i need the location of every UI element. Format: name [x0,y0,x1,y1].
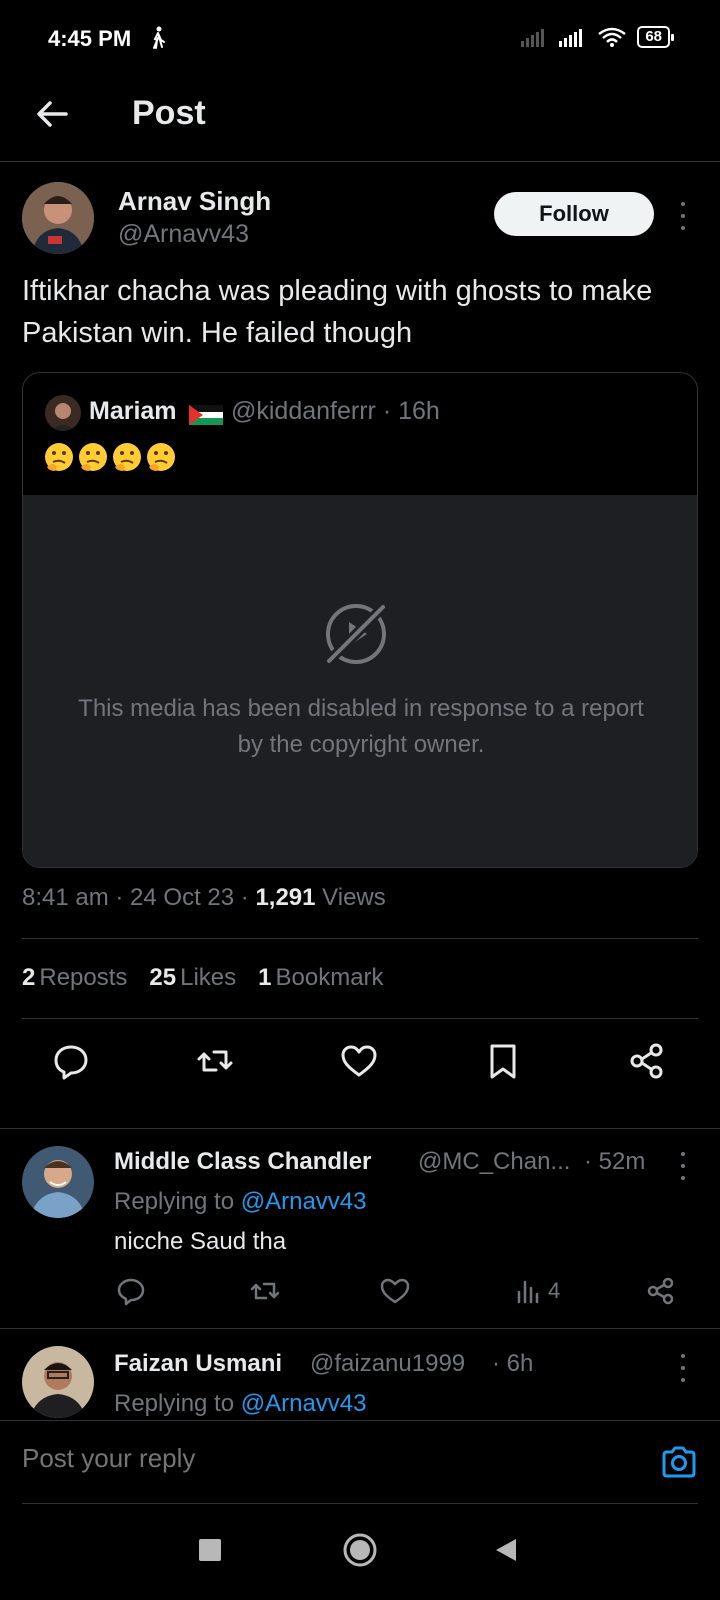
post-time-date: 8:41 am · 24 Oct 23 · [22,884,256,911]
follow-button[interactable]: Follow [494,192,654,236]
wifi-icon [598,27,627,47]
replying-to: Replying to @Arnavv43 [114,1188,367,1215]
top-app-bar: Post [0,80,720,162]
author-handle[interactable]: @Arnavv43 [118,220,249,249]
reply-item[interactable]: Middle Class Chandler @MC_Chan... · 52m … [0,1130,720,1330]
reply-author-name[interactable]: Middle Class Chandler [114,1148,371,1176]
camera-icon[interactable] [660,1443,698,1481]
status-icons: 68 [521,26,674,48]
repost-icon[interactable] [250,1276,280,1306]
avatar[interactable] [22,182,94,254]
thinking-face-icon [113,443,141,471]
quote-avatar [45,395,81,431]
reply-composer [0,1420,720,1504]
reply-icon[interactable] [116,1276,146,1306]
share-icon[interactable] [628,1042,666,1080]
bookmark-icon[interactable] [484,1042,522,1080]
quote-text [43,441,177,473]
signal-icon [521,29,545,47]
divider [0,1128,720,1129]
status-time: 4:45 PM [48,26,132,51]
battery-indicator: 68 [637,26,674,48]
more-options-icon[interactable] [679,1152,687,1180]
views-label: Views [315,884,386,911]
recent-apps-button[interactable] [198,1538,222,1562]
reply-icon[interactable] [52,1042,90,1080]
system-nav-bar [0,1504,720,1600]
thinking-face-icon [147,443,175,471]
like-icon[interactable] [340,1042,378,1080]
post-action-bar [0,1042,720,1092]
back-button[interactable] [494,1538,518,1562]
reply-text: nicche Saud tha [114,1228,287,1255]
reply-author-handle[interactable]: @faizanu1999 [310,1350,465,1378]
replying-to-handle[interactable]: @Arnavv43 [241,1188,367,1215]
more-options-icon[interactable] [679,202,687,230]
views-count: 4 [548,1278,561,1303]
reply-time: · 6h [492,1350,534,1377]
thinking-face-icon [79,443,107,471]
thinking-face-icon [45,443,73,471]
quote-author-name: Mariam [89,397,177,425]
engagement-stats: 2 Reposts 25 Likes 1 Bookmark [22,964,384,992]
reply-author-handle[interactable]: @MC_Chan... [418,1148,570,1176]
bookmarks-stat[interactable]: 1 Bookmark [258,964,383,992]
disabled-video-icon [323,601,389,667]
repost-icon[interactable] [196,1042,234,1080]
page-title: Post [132,94,206,132]
avatar[interactable] [22,1146,94,1218]
author-name[interactable]: Arnav Singh [118,186,271,217]
like-icon[interactable] [380,1276,410,1306]
divider [22,1018,698,1019]
disabled-media-message: This media has been disabled in response… [78,695,644,758]
views-icon[interactable] [514,1276,544,1306]
likes-stat[interactable]: 25 Likes [149,964,236,992]
status-bar: 4:45 PM 68 [0,0,720,80]
share-icon[interactable] [646,1276,676,1306]
reply-time: · 52m [584,1148,646,1175]
post-text: Iftikhar chacha was pleading with ghosts… [22,275,653,349]
palestine-flag-icon [189,405,223,425]
avatar-image [22,182,94,254]
reply-item[interactable]: Faizan Usmani @faizanu1999 · 6h Replying… [0,1330,720,1420]
reply-input[interactable] [22,1443,622,1474]
reposts-stat[interactable]: 2 Reposts [22,964,127,992]
walking-icon [153,26,165,49]
signal-icon [559,29,583,47]
divider [0,1328,720,1329]
views-count: 1,291 [255,884,316,911]
disabled-media-panel: This media has been disabled in response… [23,495,697,867]
divider [22,938,698,939]
replying-to: Replying to @Arnavv43 [114,1390,367,1417]
replying-to-handle[interactable]: @Arnavv43 [241,1390,367,1417]
post-timestamp-views: 8:41 am · 24 Oct 23 · 1,291 Views [22,884,386,912]
home-button[interactable] [342,1532,378,1568]
more-options-icon[interactable] [679,1354,687,1382]
avatar[interactable] [22,1346,94,1418]
reply-author-name[interactable]: Faizan Usmani [114,1350,282,1378]
back-arrow-icon[interactable] [32,94,72,134]
quoted-post[interactable]: Mariam @kiddanferrr · 16h This media has… [22,372,698,868]
quote-author-handle: @kiddanferrr · 16h [231,397,440,425]
